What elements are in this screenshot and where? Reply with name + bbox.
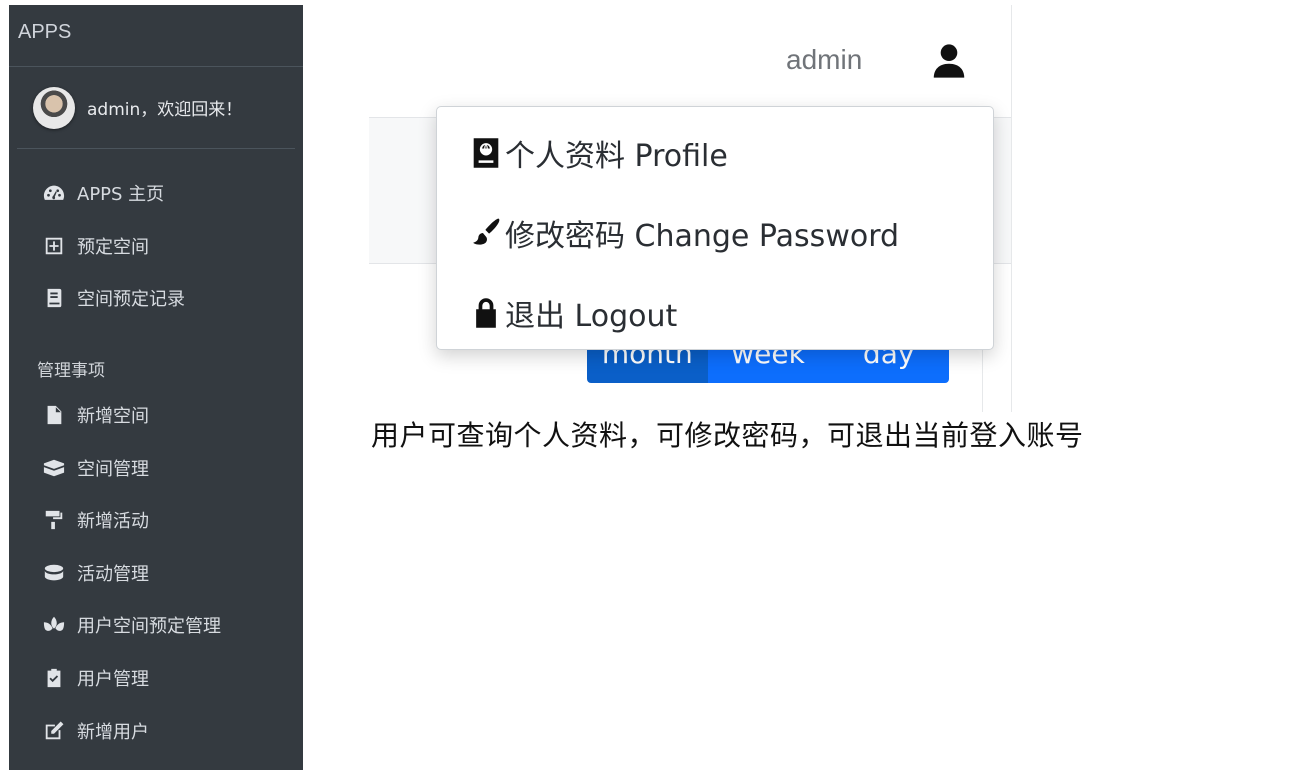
dropdown-item-label: 个人资料 Profile xyxy=(505,139,728,174)
file-icon xyxy=(41,403,67,427)
paint-roller-icon xyxy=(41,508,67,532)
user-panel[interactable]: admin，欢迎回来！ xyxy=(17,67,295,149)
sidebar-item-label: 空间管理 xyxy=(77,458,149,480)
user-greeting: admin，欢迎回来！ xyxy=(87,100,243,120)
sidebar-item-label: 空间预定记录 xyxy=(77,289,185,311)
sidebar-item-user-reservation-management[interactable]: 用户空间预定管理 xyxy=(9,599,303,652)
dashboard-gauge-icon xyxy=(41,181,67,205)
sidebar-item-label: 新增空间 xyxy=(77,406,149,428)
topbar-username[interactable]: admin xyxy=(786,44,862,76)
database-icon xyxy=(41,561,67,585)
sidebar-item-label: 新增用户 xyxy=(77,721,149,743)
user-dropdown-menu: 个人资料 Profile 修改密码 Change Password 退出 Log… xyxy=(436,106,994,350)
sidebar-item-space-management[interactable]: 空间管理 xyxy=(9,441,303,494)
avatar xyxy=(33,86,75,129)
plus-square-icon xyxy=(41,234,67,258)
sidebar-item-add-space[interactable]: 新增空间 xyxy=(9,389,303,442)
sidebar-item-activity-management[interactable]: 活动管理 xyxy=(9,547,303,600)
clipboard-check-icon xyxy=(41,666,67,690)
sidebar-item-apps-home[interactable]: APPS 主页 xyxy=(9,167,303,220)
spa-icon xyxy=(41,613,67,637)
dropdown-item-profile[interactable]: 个人资料 Profile xyxy=(469,131,728,175)
kaaba-icon xyxy=(41,456,67,480)
paint-brush-icon xyxy=(469,216,503,250)
sidebar: APPS admin，欢迎回来！ APPS 主页 预定空间 空间预定记录 管理事… xyxy=(9,5,303,770)
content-border xyxy=(1011,5,1012,412)
dropdown-item-label: 退出 Logout xyxy=(505,299,678,334)
sidebar-item-reservation-records[interactable]: 空间预定记录 xyxy=(9,272,303,325)
sidebar-item-label: APPS 主页 xyxy=(77,184,165,206)
sidebar-item-add-activity[interactable]: 新增活动 xyxy=(9,494,303,547)
brand-title[interactable]: APPS xyxy=(9,5,303,67)
sidebar-section-header: 管理事项 xyxy=(37,361,105,382)
user-icon[interactable] xyxy=(932,43,966,79)
dropdown-item-change-password[interactable]: 修改密码 Change Password xyxy=(469,211,899,255)
edit-icon xyxy=(41,719,67,743)
sidebar-item-add-user[interactable]: 新增用户 xyxy=(9,704,303,757)
sidebar-nav: APPS 主页 预定空间 空间预定记录 管理事项 新增空间 空间管理 新增活动 … xyxy=(9,149,303,757)
sidebar-item-label: 用户空间预定管理 xyxy=(77,616,221,638)
sidebar-item-reserve-space[interactable]: 预定空间 xyxy=(9,220,303,273)
dropdown-item-logout[interactable]: 退出 Logout xyxy=(469,291,677,335)
lock-icon xyxy=(469,296,503,330)
book-icon xyxy=(41,286,67,310)
sidebar-item-label: 活动管理 xyxy=(77,563,149,585)
sidebar-item-label: 用户管理 xyxy=(77,669,149,691)
sidebar-item-label: 预定空间 xyxy=(77,236,149,258)
caption-text: 用户可查询个人资料，可修改密码，可退出当前登入账号 xyxy=(371,419,1084,452)
dropdown-item-label: 修改密码 Change Password xyxy=(505,219,900,254)
passport-icon xyxy=(469,136,503,170)
sidebar-item-user-management[interactable]: 用户管理 xyxy=(9,652,303,705)
sidebar-item-label: 新增活动 xyxy=(77,511,149,533)
